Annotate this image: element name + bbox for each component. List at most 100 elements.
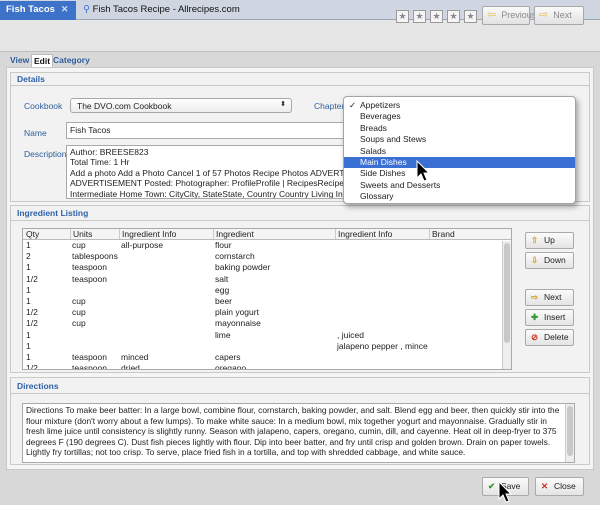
table-cell: oregano: [215, 363, 247, 370]
divider: [10, 85, 590, 86]
table-row[interactable]: 1 egg: [23, 285, 511, 296]
menu-item[interactable]: Main Dishes: [344, 156, 575, 169]
search-icon: ⚲: [83, 4, 90, 15]
menu-item[interactable]: ✓ Appetizers: [344, 100, 575, 111]
menu-item[interactable]: Glossary: [344, 191, 575, 202]
menu-item-label: Salads: [360, 145, 386, 156]
table-cell: cup: [72, 240, 86, 250]
name-value: Fish Tacos: [70, 125, 111, 135]
mouse-pointer-icon: [416, 160, 431, 182]
next-row-button[interactable]: ⇨ Next: [525, 289, 574, 306]
table-cell: 1/2: [26, 273, 38, 284]
directions-field[interactable]: Directions To make beer batter: In a lar…: [22, 403, 575, 463]
directions-text: Directions To make beer batter: In a lar…: [26, 405, 560, 458]
menu-item[interactable]: Side Dishes: [344, 168, 575, 179]
previous-label: Previous: [501, 10, 537, 20]
menu-item-label: Breads: [360, 122, 387, 133]
header-qty[interactable]: Qty: [24, 229, 39, 239]
cookbook-select[interactable]: The DVO.com Cookbook ⬍: [70, 98, 292, 113]
table-row[interactable]: 1/2 cup mayonnaise: [23, 318, 511, 329]
table-row[interactable]: 1 teaspoon baking powder: [23, 262, 511, 273]
rating-star-icon[interactable]: ★: [430, 10, 443, 23]
header-units[interactable]: Units: [70, 229, 92, 239]
table-cell: plain yogurt: [215, 307, 259, 318]
arrow-up-icon: ⇧: [530, 235, 539, 245]
scrollbar[interactable]: [502, 241, 511, 369]
header-ingredient-info[interactable]: Ingredient Info: [119, 229, 176, 239]
next-button[interactable]: ⇨ Next: [534, 6, 584, 25]
no-entry-icon: ⊘: [530, 332, 539, 342]
details-title: Details: [17, 74, 45, 84]
table-cell: teaspoon: [72, 351, 107, 362]
tab-view[interactable]: View: [8, 54, 31, 67]
table-row[interactable]: 1 cup beer: [23, 296, 511, 307]
scrollbar-thumb[interactable]: [567, 406, 573, 456]
divider: [10, 220, 590, 221]
tab-category[interactable]: Category: [51, 54, 92, 67]
menu-item[interactable]: Sweets and Desserts: [344, 180, 575, 191]
menu-item-label: Glossary: [360, 191, 394, 202]
table-cell: egg: [215, 284, 230, 295]
arrow-down-icon: ⇩: [530, 255, 539, 265]
tab-label: Fish Tacos: [6, 4, 55, 15]
header-ingredient[interactable]: Ingredient: [213, 229, 254, 239]
menu-item[interactable]: Breads: [344, 123, 575, 134]
close-icon[interactable]: ✕: [61, 4, 69, 14]
table-cell: capers: [215, 351, 241, 362]
header-ingredient-info-2[interactable]: Ingredient Info: [335, 229, 392, 239]
table-cell: 1: [26, 240, 31, 250]
menu-item-label: Beverages: [360, 111, 401, 122]
table-row[interactable]: 2 tablespoons cornstarch: [23, 251, 511, 262]
chapter-label: Chapter: [314, 101, 345, 111]
ingredient-title: Ingredient Listing: [17, 208, 89, 218]
delete-button[interactable]: ⊘ Delete: [525, 329, 574, 346]
scrollbar-thumb[interactable]: [504, 243, 510, 343]
chapter-dropdown-menu[interactable]: ✓ Appetizers Beverages Breads Soups and Stew…: [343, 96, 576, 204]
table-row[interactable]: 1 teaspoon minced capers: [23, 352, 511, 363]
table-row[interactable]: 1 cup all-purpose flour: [23, 240, 511, 251]
table-cell: salt: [215, 273, 229, 284]
table-cell: 1: [26, 340, 31, 351]
ingredient-table[interactable]: Qty Units Ingredient Info Ingredient Ing…: [22, 228, 512, 370]
table-row[interactable]: 1/2 teaspoon dried oregano: [23, 363, 511, 370]
table-cell: teaspoon: [72, 363, 107, 370]
up-button[interactable]: ⇧ Up: [525, 232, 574, 249]
table-cell: all-purpose: [121, 240, 164, 250]
mouse-pointer-icon: [498, 481, 513, 503]
table-cell: beer: [215, 295, 233, 306]
arrow-right-icon: ⇨: [530, 292, 539, 302]
table-cell: teaspoon: [72, 262, 107, 273]
menu-item[interactable]: Beverages: [344, 111, 575, 122]
down-label: Down: [544, 255, 566, 265]
down-button[interactable]: ⇩ Down: [525, 252, 574, 269]
select-arrows-icon: ⬍: [280, 101, 286, 108]
menu-item[interactable]: Soups and Stews: [344, 134, 575, 145]
tab-fish-tacos[interactable]: Fish Tacos ✕: [0, 1, 76, 20]
scrollbar[interactable]: [565, 404, 574, 462]
table-cell: lime: [215, 329, 231, 340]
table-row[interactable]: 1/2 teaspoon salt: [23, 274, 511, 285]
table-cell: mayonnaise: [215, 318, 261, 329]
table-row[interactable]: 1 jalapeno pepper , mince: [23, 341, 511, 352]
insert-button[interactable]: ✚ Insert: [525, 309, 574, 326]
rating-star-icon[interactable]: ★: [413, 10, 426, 23]
checkmark-icon: ✓: [349, 100, 357, 110]
table-row[interactable]: 1/2 cup plain yogurt: [23, 307, 511, 318]
previous-button[interactable]: ⇦ Previous: [482, 6, 536, 25]
table-cell: 1: [26, 262, 31, 273]
rating-star-icon[interactable]: ★: [396, 10, 409, 23]
table-cell: dried: [121, 363, 140, 370]
rating-star-icon[interactable]: ★: [464, 10, 477, 23]
menu-item[interactable]: Salads: [344, 146, 575, 157]
table-row[interactable]: 1 lime , juiced: [23, 330, 511, 341]
x-icon: ✕: [540, 481, 549, 491]
table-cell: baking powder: [215, 262, 271, 273]
header-brand[interactable]: Brand: [429, 229, 455, 239]
table-cell: 1/2: [26, 318, 38, 329]
tab-edit[interactable]: Edit: [31, 54, 54, 67]
table-cell: cup: [72, 307, 86, 318]
close-button[interactable]: ✕ Close: [535, 477, 584, 496]
plus-icon: ✚: [530, 312, 539, 322]
tab-allrecipes[interactable]: ⚲ Fish Tacos Recipe - Allrecipes.com: [77, 1, 257, 20]
rating-star-icon[interactable]: ★: [447, 10, 460, 23]
